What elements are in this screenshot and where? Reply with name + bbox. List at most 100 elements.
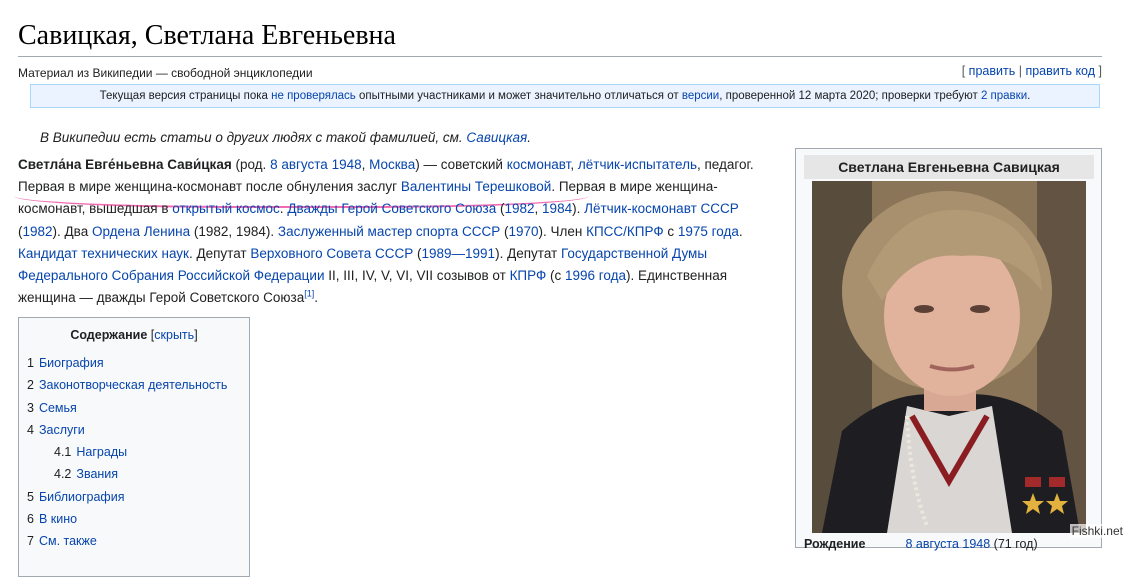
toc-item-films[interactable]: 6 В кино xyxy=(27,508,227,530)
reference-1-link[interactable]: [1] xyxy=(304,289,314,299)
article-lead: Светла́на Евге́ньевна Сави́цкая (род. 8 … xyxy=(18,154,783,309)
toc-link[interactable]: Семья xyxy=(39,401,77,415)
lead-text: , xyxy=(534,201,543,217)
toc-item-legislation[interactable]: 2 Законотворческая деятельность xyxy=(27,374,227,396)
master-sport-link[interactable]: Заслуженный мастер спорта СССР xyxy=(278,224,500,239)
infobox-birth-row: Рождение 8 августа 1948 (71 год) xyxy=(804,537,1038,551)
pending-edits-link[interactable]: 2 правки xyxy=(981,90,1027,102)
toc-number: 4 xyxy=(27,422,34,437)
lead-text: ). Депутат xyxy=(495,245,561,261)
lead-text: ( xyxy=(413,245,422,261)
lead-text: ). Два xyxy=(52,223,92,239)
hatnote-surname-link[interactable]: Савицкая xyxy=(466,130,527,145)
tereshkova-link[interactable]: Валентины Терешковой xyxy=(401,179,551,194)
edit-link[interactable]: править xyxy=(969,64,1016,78)
lead-text: . Депутат xyxy=(188,245,251,261)
kpss-kprf-link[interactable]: КПСС/КПРФ xyxy=(586,224,664,239)
open-space-link[interactable]: открытый космос xyxy=(172,201,280,216)
lead-text: , xyxy=(361,157,370,172)
lead-text: . xyxy=(314,290,319,306)
infobox-birth-date-link[interactable]: 8 августа 1948 xyxy=(905,537,990,551)
lead-text: . xyxy=(738,223,743,239)
year-1996-link[interactable]: 1996 года xyxy=(565,268,626,283)
toc-item-see-also[interactable]: 7 См. также xyxy=(27,530,227,552)
toc-item-titles[interactable]: 4.2 Звания xyxy=(27,463,227,485)
toc-link[interactable]: Законотворческая деятельность xyxy=(39,378,227,392)
lead-text: II, III, IV, V, VI, VII созывов от xyxy=(324,268,510,284)
toc-link[interactable]: Звания xyxy=(76,467,118,481)
test-pilot-link[interactable]: лётчик-испытатель xyxy=(578,157,697,172)
toc-item-bibliography[interactable]: 5 Библиография xyxy=(27,486,227,508)
infobox: Светлана Евгеньевна Савицкая Рождение 8 … xyxy=(795,148,1102,551)
review-text-3: , проверенной 12 марта 2020; проверки тр… xyxy=(719,90,981,102)
version-link[interactable]: версии xyxy=(682,90,719,102)
page-title: Савицкая, Светлана Евгеньевна xyxy=(18,20,396,51)
edit-links: [ править | править код ] xyxy=(962,64,1102,78)
hatnote: В Википедии есть статьи о других людях с… xyxy=(40,130,531,145)
lead-text: ). xyxy=(572,201,585,217)
table-of-contents: Содержание [скрыть] 1 Биография 2 Законотв… xyxy=(18,317,250,577)
year-1982-pilot-link[interactable]: 1982 xyxy=(23,224,53,239)
lead-text: , xyxy=(570,157,578,172)
toc-item-family[interactable]: 3 Семья xyxy=(27,397,227,419)
toc-link[interactable]: Заслуги xyxy=(39,423,85,437)
person-name: Светла́на Евге́ньевна Сави́цкая xyxy=(18,157,232,172)
pilot-cosmonaut-link[interactable]: Лётчик-космонавт СССР xyxy=(584,201,739,216)
lead-text: (1982, 1984). xyxy=(190,223,278,239)
lead-text: (с xyxy=(546,268,565,284)
year-1970-link[interactable]: 1970 xyxy=(508,224,538,239)
year-1984-link[interactable]: 1984 xyxy=(542,201,572,216)
birth-age: (71 год) xyxy=(990,537,1038,551)
toc-hide-toggle[interactable]: скрыть xyxy=(154,328,194,342)
toc-number: 4.2 xyxy=(54,467,72,482)
portrait-photo[interactable] xyxy=(812,181,1086,533)
toc-number: 5 xyxy=(27,489,34,504)
edit-code-link[interactable]: править код xyxy=(1025,64,1095,78)
review-text-4: . xyxy=(1027,90,1031,102)
year-1975-link[interactable]: 1975 года xyxy=(678,224,739,239)
toc-link[interactable]: См. также xyxy=(39,534,97,548)
cosmonaut-link[interactable]: космонавт xyxy=(507,157,571,172)
candidate-sciences-link[interactable]: Кандидат технических наук xyxy=(18,246,189,261)
toc-number: 7 xyxy=(27,534,34,549)
toc-link[interactable]: Биография xyxy=(39,356,104,370)
review-notice: Текущая версия страницы пока не проверял… xyxy=(30,84,1100,108)
toc-number: 3 xyxy=(27,400,34,415)
watermark: Fishki.net xyxy=(1069,524,1125,538)
toc-number: 6 xyxy=(27,512,34,527)
review-text-2: опытными участниками и может значительно… xyxy=(355,90,682,102)
toc-item-awards[interactable]: 4.1 Награды xyxy=(27,441,227,463)
edit-bracket-close: ] xyxy=(1098,64,1102,78)
order-lenin-link[interactable]: Ордена Ленина xyxy=(92,224,190,239)
lead-text: (род. xyxy=(231,157,271,172)
kprf-link[interactable]: КПРФ xyxy=(510,268,547,283)
toc-link[interactable]: В кино xyxy=(39,512,77,526)
lead-text: ) — советский xyxy=(415,157,507,172)
toc-list: 1 Биография 2 Законотворческая деятельност… xyxy=(27,352,227,553)
birth-date-link[interactable]: 8 августа 1948 xyxy=(270,157,362,172)
hatnote-end: . xyxy=(527,130,531,145)
hatnote-text: В Википедии есть статьи о других людях с… xyxy=(40,130,467,145)
unreviewed-link[interactable]: не проверялась xyxy=(271,90,356,102)
years-1989-1991-link[interactable]: 1989—1991 xyxy=(422,246,496,261)
edit-separator: | xyxy=(1018,64,1022,78)
birth-city-link[interactable]: Москва xyxy=(369,157,415,172)
hero-ussr-link[interactable]: Дважды Герой Советского Союза xyxy=(287,201,496,216)
toc-header: Содержание [скрыть] xyxy=(19,328,249,342)
toc-number: 4.1 xyxy=(54,445,72,460)
lead-text: с xyxy=(663,223,678,239)
title-divider xyxy=(18,56,1102,57)
toc-link[interactable]: Библиография xyxy=(39,490,125,504)
infobox-title: Светлана Евгеньевна Савицкая xyxy=(804,155,1094,179)
portrait-illustration xyxy=(812,181,1086,533)
birth-label: Рождение xyxy=(804,537,866,551)
toc-number: 1 xyxy=(27,356,34,370)
year-1982-link[interactable]: 1982 xyxy=(504,201,534,216)
toc-number: 2 xyxy=(27,378,34,393)
supreme-soviet-link[interactable]: Верховного Совета СССР xyxy=(250,246,413,261)
toc-link[interactable]: Награды xyxy=(76,445,127,459)
toc-item-merits[interactable]: 4 Заслуги xyxy=(27,419,227,441)
toc-item-biography[interactable]: 1 Биография xyxy=(27,352,227,374)
edit-bracket-open: [ xyxy=(961,64,966,78)
site-tagline: Материал из Википедии — свободной энцикл… xyxy=(18,66,313,80)
